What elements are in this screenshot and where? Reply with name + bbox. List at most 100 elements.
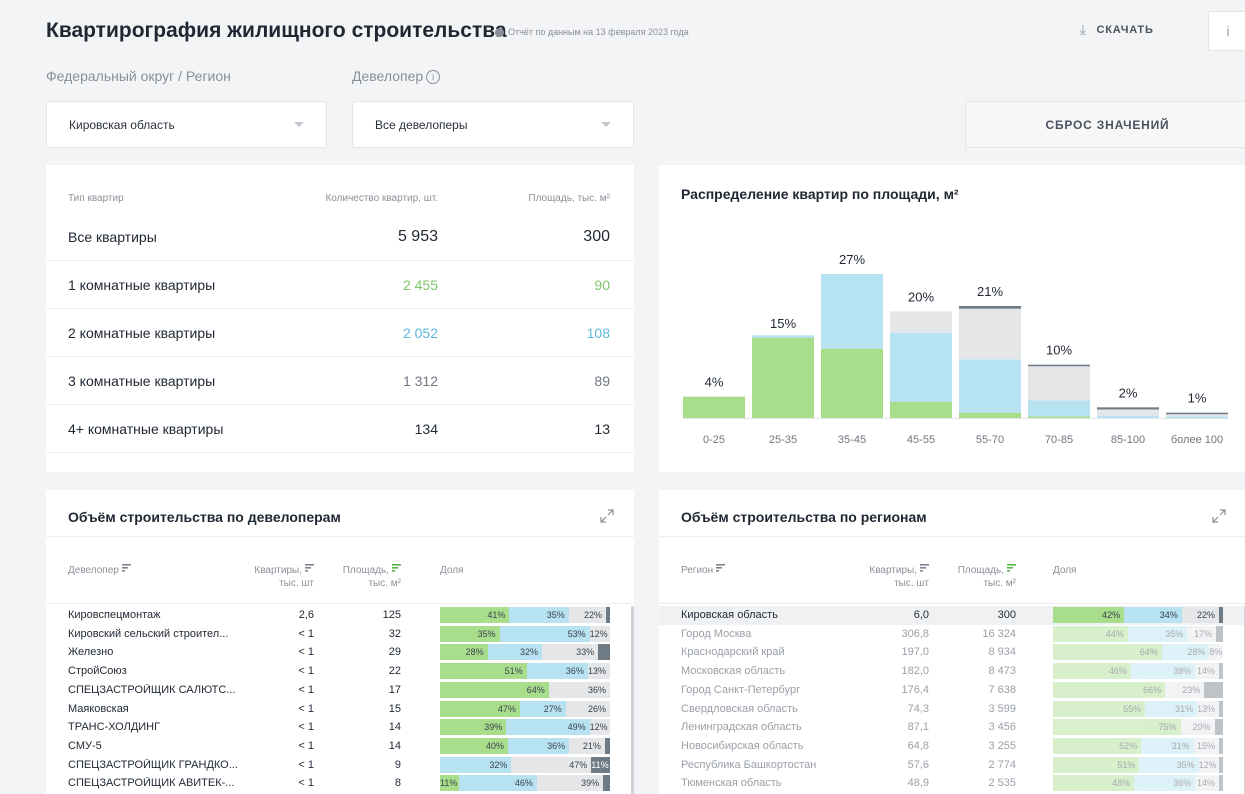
developer-row[interactable]: Кировский сельский строител... < 1 32 35% 53… xyxy=(46,625,634,644)
chart-bar-segment[interactable] xyxy=(1166,412,1228,415)
developer-apartments: 2,6 xyxy=(298,609,314,621)
share-bar: 66% 23% xyxy=(1053,681,1223,698)
share-segment xyxy=(1219,737,1223,754)
developer-row[interactable]: СМУ-5 < 1 14 40% 36% 21% xyxy=(46,737,634,756)
area-col-label: Площадь, xyxy=(342,565,389,576)
region-row[interactable]: Республика Башкортостан 57,6 2 774 51% 35% 12… xyxy=(659,756,1245,775)
share-segment: 32% xyxy=(440,756,512,773)
developer-row[interactable]: ТРАНС-ХОЛДИНГ < 1 14 39% 49% 12% xyxy=(46,718,634,737)
share-segment: 46% xyxy=(458,775,537,792)
chart-bar-segment[interactable] xyxy=(1097,409,1159,416)
developer-row[interactable]: СПЕЦЗАСТРОЙЩИК АВИТЕК-... < 1 8 11% 46% 39% xyxy=(46,774,634,793)
developer-row[interactable]: Маяковская < 1 15 47% 27% 26% xyxy=(46,700,634,719)
share-bar: 64% 36% xyxy=(440,681,610,698)
chart-bar-segment[interactable] xyxy=(821,274,883,349)
developer-select[interactable]: Все девелоперы xyxy=(352,101,634,148)
expand-icon[interactable] xyxy=(600,509,614,523)
region-row[interactable]: Свердловская область 74,3 3 599 55% 31% 13% xyxy=(659,700,1245,719)
chart-bar-segment[interactable] xyxy=(1097,415,1159,418)
chart-bar-segment[interactable] xyxy=(959,359,1021,413)
apts-col-header[interactable]: Квартиры, тыс. шт xyxy=(254,564,314,590)
chart-bar-segment[interactable] xyxy=(959,308,1021,360)
chart-bar-segment[interactable] xyxy=(1097,407,1159,410)
region-row[interactable]: Новосибирская область 64,8 3 255 52% 31% 15% xyxy=(659,737,1245,756)
region-row[interactable]: Кировская область 6,0 300 42% 34% 22% xyxy=(659,606,1245,625)
divider xyxy=(46,536,634,537)
chart-bar-segment[interactable] xyxy=(752,335,814,338)
chart-bar-segment[interactable] xyxy=(959,306,1021,309)
chart-bar-segment[interactable] xyxy=(1028,366,1090,401)
x-tick-label: 70-85 xyxy=(1045,434,1073,446)
region-name: Кировская область xyxy=(681,609,778,621)
region-area: 300 xyxy=(997,609,1016,621)
region-row[interactable]: Краснодарский край 197,0 8 934 64% 28% 8% xyxy=(659,643,1245,662)
info-button[interactable]: i xyxy=(1208,11,1245,51)
chart-bar-segment[interactable] xyxy=(959,412,1021,418)
chart-bar-segment[interactable] xyxy=(890,311,952,333)
region-row[interactable]: Город Москва 306,8 16 324 44% 35% 17% xyxy=(659,625,1245,644)
chart-bar-segment[interactable] xyxy=(890,402,952,418)
apts-col-header[interactable]: Квартиры, тыс. шт xyxy=(869,564,929,590)
region-row[interactable]: Московская область 182,0 8 473 46% 38% 14% xyxy=(659,662,1245,681)
chart-bar-segment[interactable] xyxy=(1028,416,1090,418)
apartment-type-area: 300 xyxy=(583,227,610,245)
report-date-text: Отчёт по данным на 13 февраля 2023 года xyxy=(508,27,689,37)
area-distribution-card: Распределение квартир по площади, м² 4% 0… xyxy=(659,165,1245,472)
chart-bar-segment[interactable] xyxy=(683,396,745,418)
bar-value-label: 1% xyxy=(1188,391,1207,406)
chart-bar-segment[interactable] xyxy=(752,338,814,418)
regions-card: Объём строительства по регионам Регион К… xyxy=(659,490,1245,794)
share-segment: 35% xyxy=(440,625,500,642)
area-col-header[interactable]: Площадь, тыс. м² xyxy=(343,564,401,590)
region-apartments: 6,0 xyxy=(913,609,929,621)
info-icon: i xyxy=(1226,23,1230,39)
chart-bar-segment[interactable] xyxy=(1028,400,1090,417)
developer-col-header[interactable]: Девелопер xyxy=(68,564,131,577)
developer-row[interactable]: СПЕЦЗАСТРОЙЩИК САЛЮТС... < 1 17 64% 36% xyxy=(46,681,634,700)
developer-row[interactable]: СтройСоюз < 1 22 51% 36% 13% xyxy=(46,662,634,681)
share-segment: 28% xyxy=(1161,644,1210,661)
sort-icon xyxy=(305,564,314,572)
area-col-header[interactable]: Площадь, тыс. м² xyxy=(958,564,1016,590)
region-name: Тюменская область xyxy=(681,777,782,790)
developer-filter-label-text: Девелопер xyxy=(352,68,424,84)
share-segment xyxy=(1219,756,1223,773)
reset-button[interactable]: СБРОС ЗНАЧЕНИЙ xyxy=(965,101,1245,148)
region-col-label: Регион xyxy=(681,565,714,576)
developer-info-icon[interactable]: i xyxy=(426,70,441,85)
developers-scrollbar[interactable] xyxy=(631,606,634,794)
share-segment xyxy=(606,607,610,623)
download-label: СКАЧАТЬ xyxy=(1096,24,1154,36)
apartment-type-count: 2 455 xyxy=(402,276,438,293)
sort-icon xyxy=(121,564,131,572)
expand-icon[interactable] xyxy=(1212,509,1226,523)
share-segment: 35% xyxy=(1127,625,1188,642)
region-select[interactable]: Кировская область xyxy=(46,101,327,148)
chart-bar-segment[interactable] xyxy=(1028,364,1090,367)
download-button[interactable]: ⤓ СКАЧАТЬ xyxy=(1080,22,1154,38)
region-name: Московская область xyxy=(681,665,786,678)
share-bar: 42% 34% 22% xyxy=(1053,607,1223,623)
developer-row[interactable]: Кировспецмонтаж 2,6 125 41% 35% 22% xyxy=(46,606,634,625)
region-row[interactable]: Ленинградская область 87,1 3 456 75% 20% xyxy=(659,718,1245,737)
chart-bar-segment[interactable] xyxy=(1166,414,1228,417)
region-row[interactable]: Тюменская область 48,9 2 535 48% 36% 14% xyxy=(659,774,1245,793)
region-area: 16 324 xyxy=(982,627,1016,640)
share-bar: 55% 31% 13% xyxy=(1053,700,1223,717)
x-tick-label: 85-100 xyxy=(1111,434,1145,446)
header: Квартирография жилищного строительства О… xyxy=(0,0,1245,60)
region-col-header[interactable]: Регион xyxy=(681,564,726,577)
region-area: 2 535 xyxy=(988,777,1016,790)
developer-filter-label: Девелопер i xyxy=(352,68,441,85)
region-row[interactable]: Город Санкт-Петербург 176,4 7 638 66% 23% xyxy=(659,681,1245,700)
chart-bar-segment[interactable] xyxy=(1166,416,1228,418)
area-col-unit: тыс. м² xyxy=(983,578,1016,589)
developer-row[interactable]: СПЕЦЗАСТРОЙЩИК ГРАНДКО... < 1 9 32% 47% 11% xyxy=(46,756,634,775)
region-apartments: 74,3 xyxy=(907,702,929,715)
share-segment: 13% xyxy=(1197,700,1219,717)
chart-bar-segment[interactable] xyxy=(890,332,952,402)
share-segment: 40% xyxy=(440,737,508,754)
share-segment: 12% xyxy=(1198,756,1219,773)
chart-bar-segment[interactable] xyxy=(821,348,883,418)
developer-row[interactable]: Железно < 1 29 28% 32% 33% xyxy=(46,643,634,662)
